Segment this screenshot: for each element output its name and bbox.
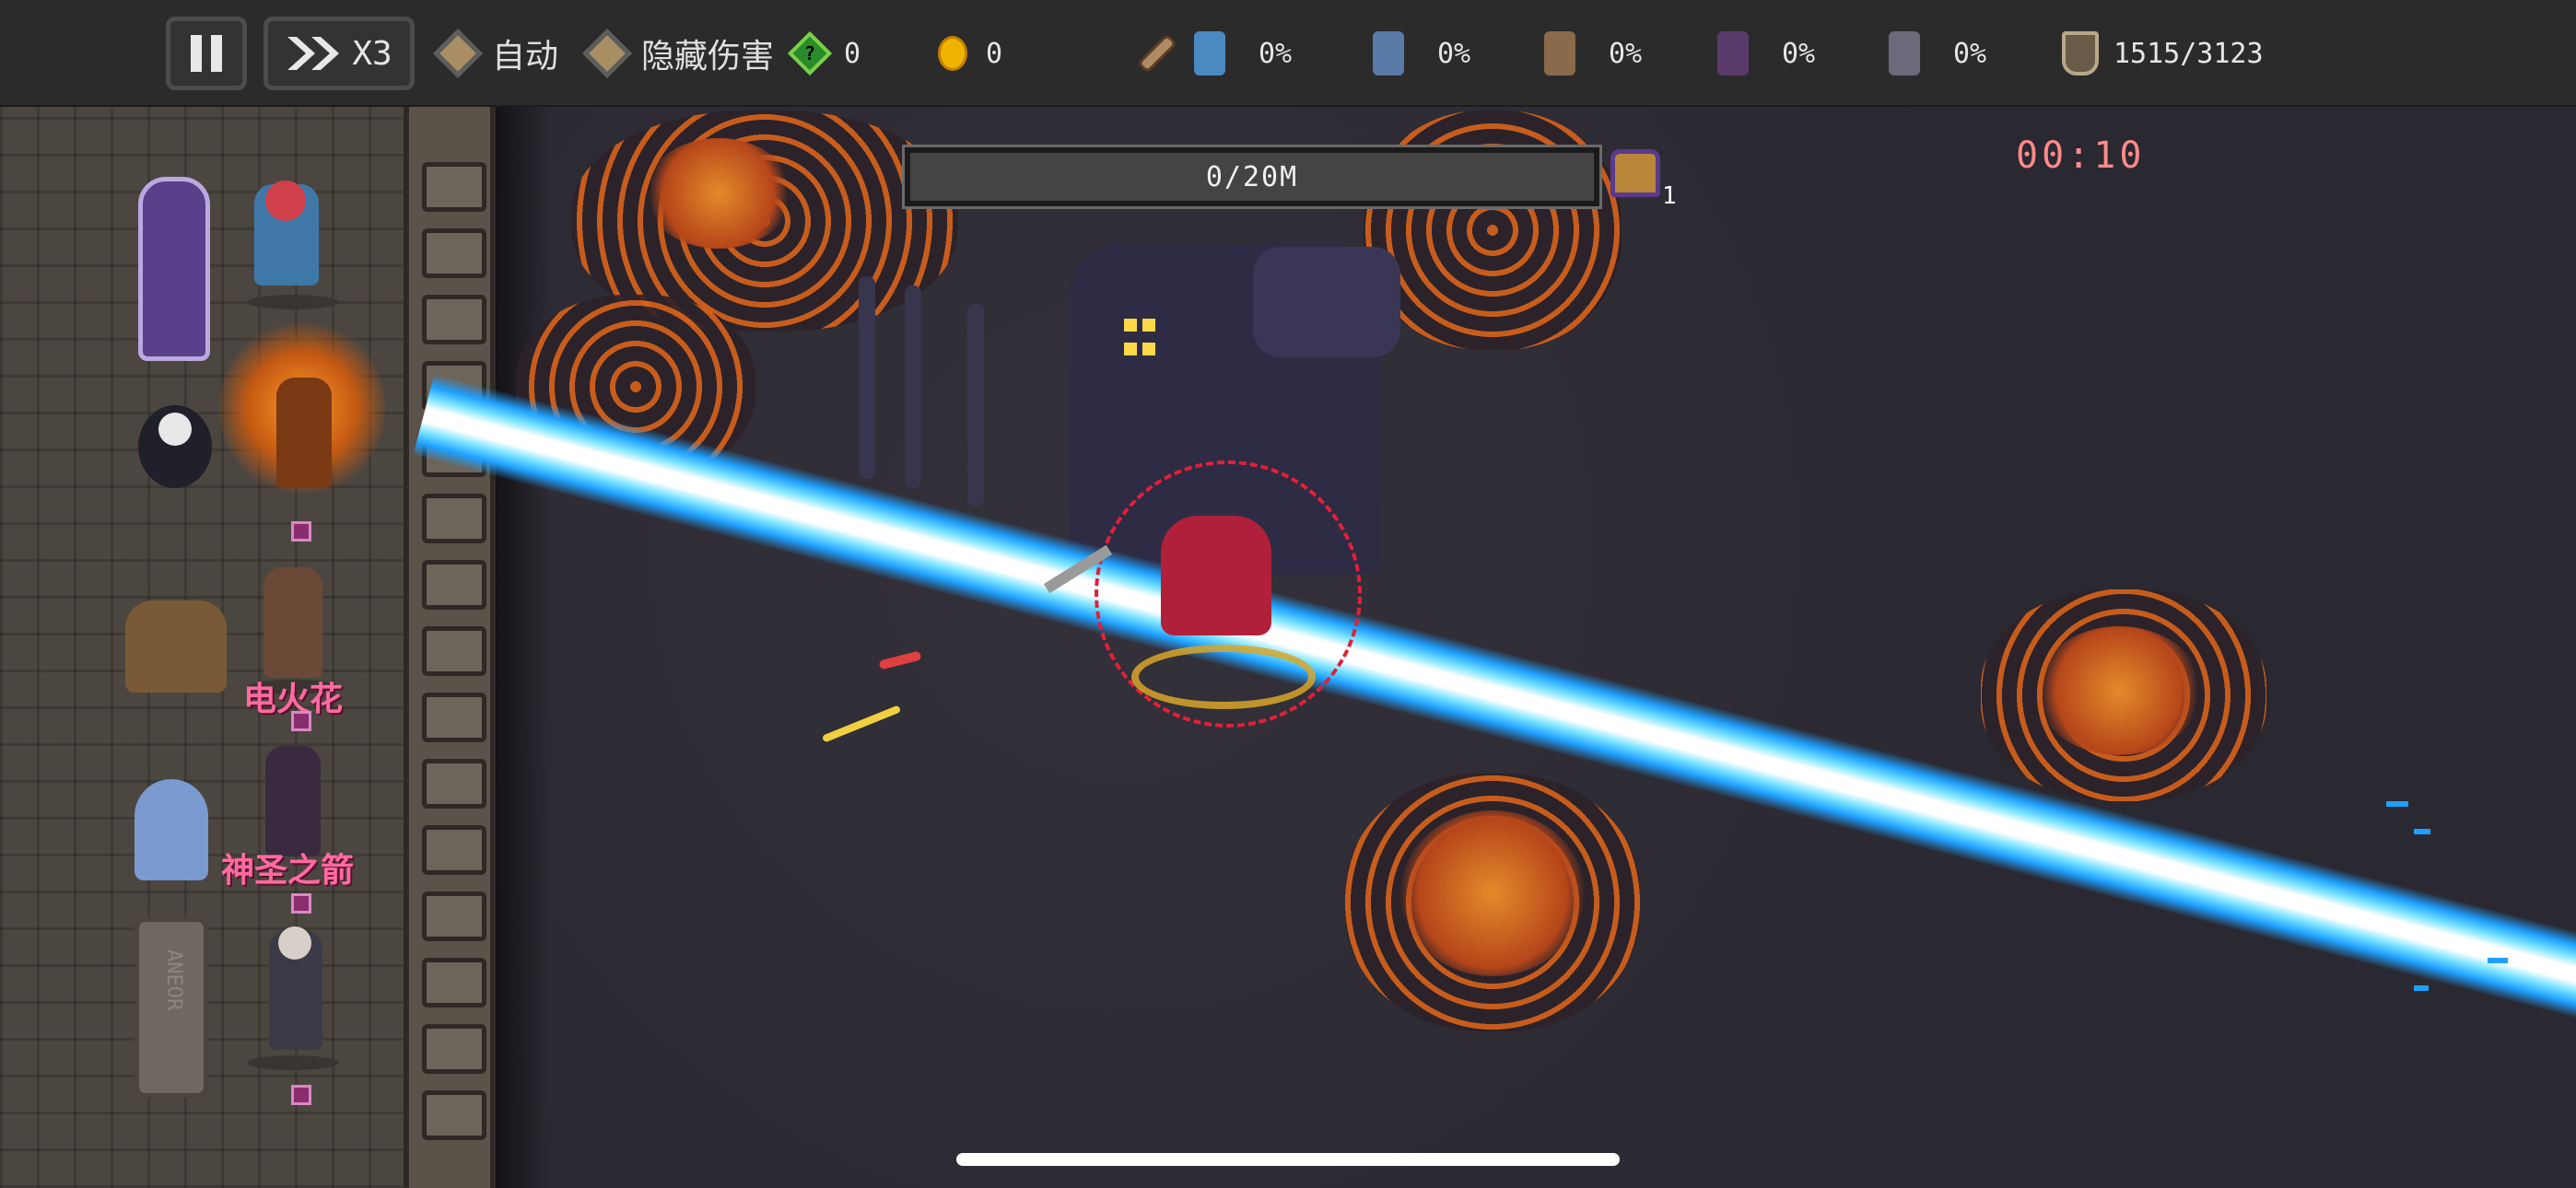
battle-timer: 00:10 bbox=[2016, 134, 2146, 177]
locked-slot-tombstone[interactable]: ANEOR bbox=[135, 917, 208, 1098]
coin-counter: 0 bbox=[938, 31, 1002, 76]
level-badge-icon bbox=[291, 711, 311, 731]
defense-counter: 1515/3123 bbox=[2062, 28, 2264, 79]
defense-value: 1515/3123 bbox=[2113, 37, 2264, 70]
dark-swordsman-icon bbox=[1889, 31, 1920, 76]
boss-eye bbox=[1124, 319, 1137, 332]
treant-unit[interactable] bbox=[125, 600, 227, 693]
hero-stat-pct: 0% bbox=[1953, 37, 1987, 70]
player-hero[interactable] bbox=[1161, 516, 1271, 635]
hero-stat-pct: 0% bbox=[1782, 37, 1816, 70]
gold-aura bbox=[1131, 645, 1316, 709]
hero-stat-4[interactable]: 0% bbox=[1717, 26, 1815, 81]
home-indicator[interactable] bbox=[956, 1153, 1620, 1166]
wave-progress-bar: 0/20M bbox=[902, 145, 1602, 209]
tombstone-text: ANEOR bbox=[162, 949, 185, 1011]
chest-count: 1 bbox=[1662, 182, 1677, 210]
auto-label: 自动 bbox=[492, 38, 559, 76]
hero-stat-2[interactable]: 0% bbox=[1373, 26, 1470, 81]
hero-stat-1[interactable]: 0% bbox=[1194, 26, 1292, 81]
sword-icon bbox=[1141, 37, 1174, 70]
barbarian-icon bbox=[1544, 31, 1575, 76]
hero-label-holy-arrow: 神圣之箭 bbox=[221, 852, 355, 890]
diamond-icon bbox=[582, 29, 632, 78]
shield-icon bbox=[2062, 31, 2099, 76]
shadow-ninja-unit[interactable] bbox=[265, 746, 321, 856]
hero-stat-3[interactable]: 0% bbox=[1544, 26, 1642, 81]
wall-rail bbox=[404, 107, 496, 1188]
pedestal bbox=[247, 1055, 339, 1070]
pedestal bbox=[247, 295, 339, 309]
lava-crack bbox=[1364, 111, 1622, 350]
speed-button[interactable]: X3 bbox=[263, 17, 415, 90]
hide-damage-label: 隐藏伤害 bbox=[641, 38, 775, 76]
hero-stat-pct: 0% bbox=[1437, 37, 1471, 70]
wall-shadow bbox=[496, 107, 551, 1188]
hero-stat-pct: 0% bbox=[1609, 37, 1643, 70]
fire-hero-unit[interactable] bbox=[276, 378, 332, 488]
fast-forward-icon bbox=[287, 37, 340, 70]
diamond-icon bbox=[433, 29, 483, 78]
auto-toggle[interactable]: 自动 bbox=[433, 29, 559, 78]
speed-label: X3 bbox=[352, 34, 392, 73]
level-badge-icon bbox=[291, 1085, 311, 1105]
wave-progress-text: 0/20M bbox=[1205, 160, 1299, 193]
gem-counter: ? 0 bbox=[787, 30, 861, 76]
treasure-chest-icon[interactable] bbox=[1610, 149, 1660, 197]
hide-damage-toggle[interactable]: 隐藏伤害 bbox=[582, 29, 775, 78]
barbarian-unit[interactable] bbox=[263, 567, 322, 678]
level-badge-icon bbox=[291, 893, 311, 914]
coin-icon bbox=[938, 36, 967, 71]
weapon-slot[interactable] bbox=[1139, 28, 1176, 79]
gem-count: 0 bbox=[844, 37, 861, 70]
dwarf-warrior-icon bbox=[1194, 31, 1225, 76]
frost-spirit-unit[interactable] bbox=[135, 779, 208, 880]
top-bar: X3 自动 隐藏伤害 ? 0 0 0% 0% 0% 0% 0% 1515/312… bbox=[0, 0, 2576, 109]
pause-button[interactable] bbox=[166, 17, 247, 90]
frost-spirit-icon bbox=[1373, 31, 1404, 76]
level-badge-icon bbox=[291, 521, 311, 542]
skull-icon bbox=[158, 413, 192, 446]
pause-icon bbox=[191, 35, 202, 72]
guild-banner[interactable] bbox=[138, 177, 210, 361]
hero-stat-pct: 0% bbox=[1259, 37, 1293, 70]
hero-stat-5[interactable]: 0% bbox=[1889, 26, 1986, 81]
swordsman-head bbox=[278, 926, 311, 960]
coin-count: 0 bbox=[986, 37, 1003, 70]
shadow-ninja-icon bbox=[1717, 31, 1749, 76]
gem-icon: ? bbox=[787, 30, 833, 76]
dwarf-head bbox=[265, 181, 306, 221]
